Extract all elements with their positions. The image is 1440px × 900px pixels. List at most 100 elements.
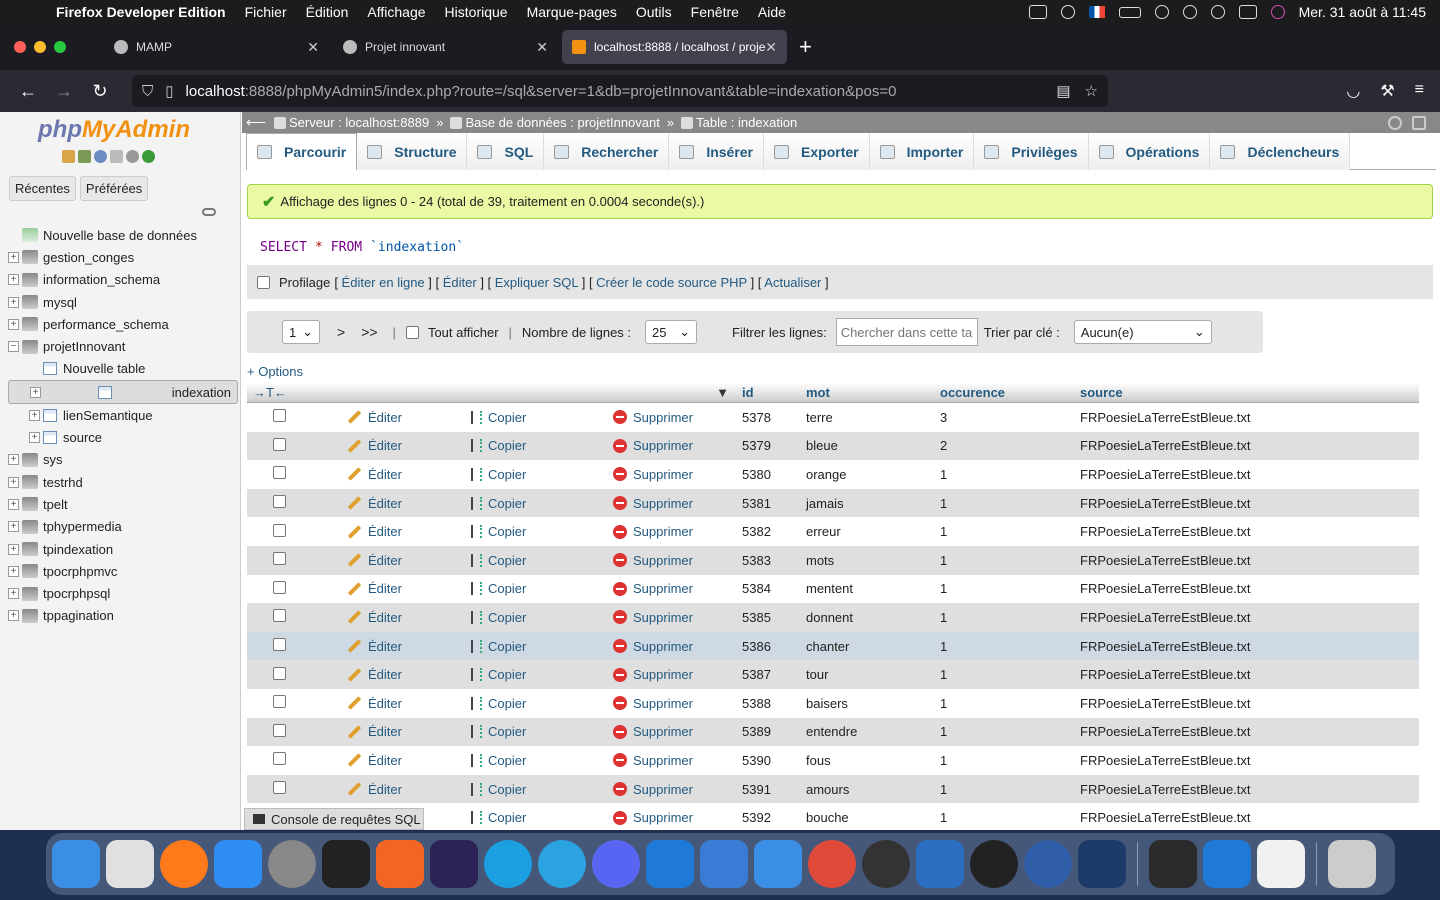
tree-node-liensemantique[interactable]: + lienSemantique: [8, 404, 238, 426]
row-checkbox[interactable]: [273, 695, 286, 709]
table-row[interactable]: Éditer Copier Supprimer 5379 bleue 2 FRPoesieL…: [247, 431, 1419, 461]
tree-node-source[interactable]: + source: [8, 426, 238, 448]
help-icon[interactable]: [94, 150, 107, 163]
copy-row-link[interactable]: Copier: [471, 782, 613, 797]
cell-occurence[interactable]: 3: [940, 410, 1080, 425]
breadcrumb-server[interactable]: Serveur : localhost:8889: [289, 115, 429, 130]
cell-source[interactable]: FRPoesieLaTerreEstBleue.txt: [1080, 438, 1419, 453]
menu-affichage[interactable]: Affichage: [367, 4, 425, 20]
row-checkbox[interactable]: [273, 495, 286, 509]
cell-source[interactable]: FRPoesieLaTerreEstBleue.txt: [1080, 553, 1419, 568]
expand-icon[interactable]: +: [8, 476, 19, 488]
menu-aide[interactable]: Aide: [758, 4, 786, 20]
url-text[interactable]: localhost:8888/phpMyAdmin5/index.php?rou…: [186, 83, 1043, 100]
expand-icon[interactable]: +: [30, 386, 41, 398]
tab-declencheurs[interactable]: Déclencheurs: [1210, 133, 1351, 170]
deezer-icon[interactable]: [970, 840, 1018, 888]
edit-row-link[interactable]: Éditer: [347, 581, 471, 596]
copy-row-link[interactable]: Copier: [471, 410, 613, 425]
tab-projet-innovant[interactable]: Projet innovant ✕: [333, 30, 558, 64]
tree-node-mysql[interactable]: + mysql: [8, 291, 238, 313]
row-checkbox[interactable]: [273, 409, 286, 423]
table-row[interactable]: Éditer Copier Supprimer 5380 orange 1 FRPoesie…: [247, 460, 1419, 489]
column-header-occurence[interactable]: occurence: [940, 385, 1080, 400]
delete-row-link[interactable]: Supprimer: [613, 810, 737, 825]
cell-occurence[interactable]: 1: [940, 810, 1080, 825]
expand-icon[interactable]: +: [8, 318, 19, 330]
copy-row-link[interactable]: Copier: [471, 496, 613, 511]
collapse-sidebar-icon[interactable]: ⟵: [246, 114, 266, 131]
row-checkbox[interactable]: [273, 437, 286, 451]
cell-mot[interactable]: amours: [806, 782, 940, 797]
expand-icon[interactable]: +: [8, 274, 19, 286]
close-tab-icon[interactable]: ✕: [536, 39, 548, 56]
rows-per-page-select[interactable]: 25 ⌄: [645, 320, 698, 344]
close-window-button[interactable]: [14, 41, 26, 53]
cell-mot[interactable]: orange: [806, 467, 940, 482]
expand-icon[interactable]: +: [29, 432, 40, 444]
query-link-3[interactable]: Créer le code source PHP: [596, 275, 747, 290]
tree-node-indexation[interactable]: + indexation: [8, 380, 238, 405]
edit-row-link[interactable]: Éditer: [347, 753, 471, 768]
edit-row-link[interactable]: Éditer: [347, 410, 471, 425]
app-store-icon[interactable]: [214, 840, 262, 888]
cell-id[interactable]: 5378: [737, 410, 806, 425]
tab-privileges[interactable]: Privilèges: [974, 133, 1089, 170]
tree-node-gestion-conges[interactable]: + gestion_conges: [8, 246, 238, 268]
tree-node-nouvelle-table[interactable]: Nouvelle table: [8, 358, 238, 380]
cell-source[interactable]: FRPoesieLaTerreEstBleue.txt: [1080, 610, 1419, 625]
expand-icon[interactable]: +: [8, 588, 19, 600]
expand-icon[interactable]: +: [8, 498, 19, 510]
tree-node-projetinnovant[interactable]: − projetInnovant: [8, 335, 238, 357]
delete-row-link[interactable]: Supprimer: [613, 696, 737, 711]
tab-rechercher[interactable]: Rechercher: [544, 133, 670, 170]
table-row[interactable]: Éditer Copier Supprimer 5382 erreur 1 FRPoesie…: [247, 517, 1419, 546]
expand-icon[interactable]: +: [8, 251, 19, 263]
table-row[interactable]: Éditer Copier Supprimer 5383 mots 1 FRPoesieLa…: [247, 545, 1419, 575]
new-tab-button[interactable]: +: [799, 34, 812, 60]
chrome-icon[interactable]: [808, 840, 856, 888]
menu-historique[interactable]: Historique: [445, 4, 508, 20]
delete-row-link[interactable]: Supprimer: [613, 524, 737, 539]
table-row[interactable]: Éditer Copier Supprimer 5389 entendre 1 FRPoes…: [247, 717, 1419, 747]
delete-row-link[interactable]: Supprimer: [613, 467, 737, 482]
expand-icon[interactable]: +: [29, 409, 40, 421]
firefox-icon[interactable]: [160, 840, 208, 888]
edit-row-link[interactable]: Éditer: [347, 639, 471, 654]
docs-icon[interactable]: [110, 150, 123, 163]
filter-rows-input[interactable]: [835, 318, 978, 346]
telegram-icon[interactable]: [538, 840, 586, 888]
row-checkbox[interactable]: [273, 609, 286, 623]
query-link-1[interactable]: Éditer: [443, 275, 477, 290]
cell-source[interactable]: FRPoesieLaTerreEstBleue.txt: [1080, 524, 1419, 539]
settings-icon[interactable]: [126, 150, 139, 163]
cell-mot[interactable]: bleue: [806, 438, 940, 453]
cell-id[interactable]: 5379: [737, 438, 806, 453]
delete-row-link[interactable]: Supprimer: [613, 496, 737, 511]
expand-icon[interactable]: +: [8, 454, 19, 466]
mamp-icon[interactable]: [862, 840, 910, 888]
cell-id[interactable]: 5386: [737, 639, 806, 654]
table-row[interactable]: Éditer Copier Supprimer 5386 chanter 1 FRPoesi…: [247, 631, 1419, 661]
tab-mamp[interactable]: MAMP ✕: [104, 30, 329, 64]
menu-hamburger-icon[interactable]: ≡: [1415, 81, 1424, 101]
delete-row-link[interactable]: Supprimer: [613, 724, 737, 739]
tree-node-tpocrphpmvc[interactable]: + tpocrphpmvc: [8, 560, 238, 582]
row-checkbox[interactable]: [273, 638, 286, 652]
cell-source[interactable]: FRPoesieLaTerreEstBleue.txt: [1080, 581, 1419, 596]
delete-row-link[interactable]: Supprimer: [613, 438, 737, 453]
tree-node-nouvelle-base-de-donn-es[interactable]: Nouvelle base de données: [8, 224, 238, 246]
cell-source[interactable]: FRPoesieLaTerreEstBleue.txt: [1080, 696, 1419, 711]
table-row[interactable]: Éditer Copier Supprimer 5381 jamais 1 FRPoesie…: [247, 488, 1419, 518]
column-header-mot[interactable]: mot: [806, 385, 940, 400]
cell-occurence[interactable]: 1: [940, 553, 1080, 568]
tree-node-tphypermedia[interactable]: + tphypermedia: [8, 516, 238, 538]
edit-row-link[interactable]: Éditer: [347, 553, 471, 568]
cell-source[interactable]: FRPoesieLaTerreEstBleue.txt: [1080, 810, 1419, 825]
table-row[interactable]: Éditer Copier Supprimer 5388 baisers 1 FRPoesi…: [247, 688, 1419, 718]
expand-icon[interactable]: +: [8, 565, 19, 577]
launchpad-icon[interactable]: [106, 840, 154, 888]
cell-mot[interactable]: baisers: [806, 696, 940, 711]
cell-mot[interactable]: mentent: [806, 581, 940, 596]
cell-id[interactable]: 5392: [737, 810, 806, 825]
